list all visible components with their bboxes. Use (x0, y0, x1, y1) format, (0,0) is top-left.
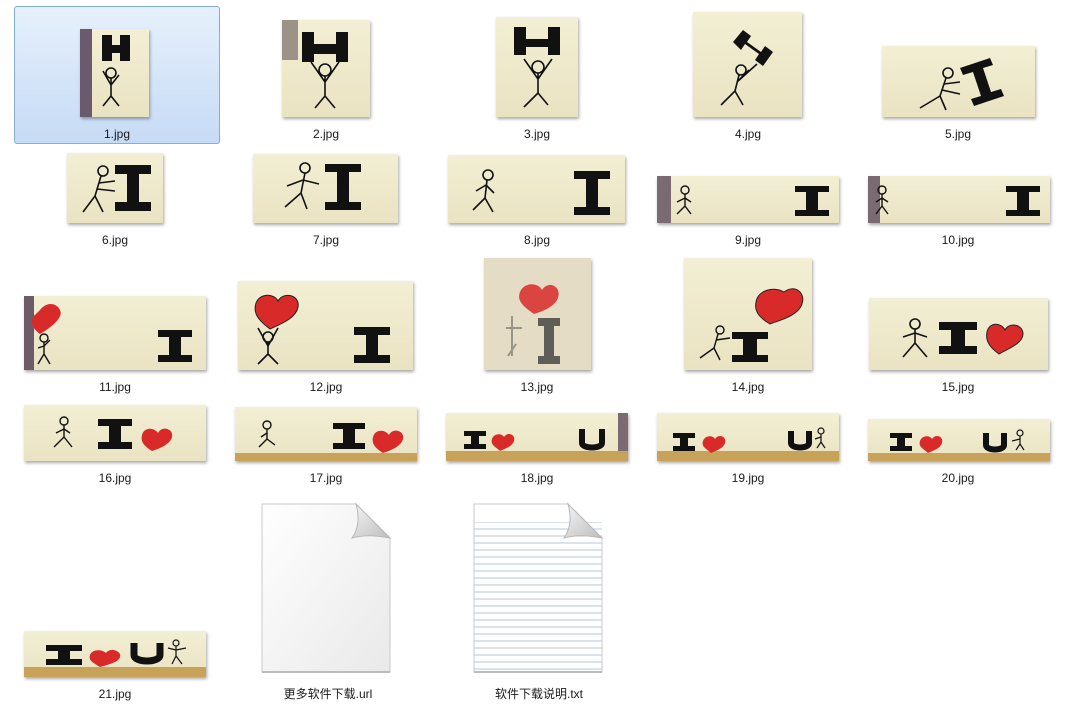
file-name[interactable]: 7.jpg (226, 233, 426, 247)
image-thumbnail-5[interactable] (882, 46, 1035, 117)
file-name[interactable]: 13.jpg (437, 380, 637, 394)
file-name[interactable]: 14.jpg (648, 380, 848, 394)
file-name[interactable]: 2.jpg (226, 127, 426, 141)
image-thumbnail-19[interactable] (657, 413, 839, 461)
file-name[interactable]: 19.jpg (648, 471, 848, 485)
file-name[interactable]: 20.jpg (858, 471, 1058, 485)
file-name[interactable]: 4.jpg (648, 127, 848, 141)
file-name[interactable]: 17.jpg (226, 471, 426, 485)
image-thumbnail-6[interactable] (67, 153, 163, 223)
image-thumbnail-3[interactable] (496, 17, 578, 117)
image-thumbnail-17[interactable] (235, 407, 417, 461)
txt-file-icon[interactable] (470, 502, 606, 675)
file-name[interactable]: 15.jpg (858, 380, 1058, 394)
image-thumbnail-16[interactable] (24, 405, 206, 461)
file-name[interactable]: 5.jpg (858, 127, 1058, 141)
file-name[interactable]: 10.jpg (858, 233, 1058, 247)
file-explorer-view: { "files": [ {"name": "1.jpg"}, {"name":… (0, 0, 1069, 727)
file-name[interactable]: 6.jpg (15, 233, 215, 247)
file-name[interactable]: 8.jpg (437, 233, 637, 247)
image-thumbnail-13[interactable] (484, 258, 591, 370)
file-name[interactable]: 9.jpg (648, 233, 848, 247)
image-thumbnail-20[interactable] (868, 419, 1050, 461)
url-file-icon[interactable] (258, 502, 394, 675)
file-name[interactable]: 16.jpg (15, 471, 215, 485)
file-name[interactable]: 11.jpg (15, 380, 215, 394)
image-thumbnail-11[interactable] (24, 296, 206, 370)
image-thumbnail-8[interactable] (448, 155, 625, 223)
image-thumbnail-7[interactable] (253, 154, 398, 223)
image-thumbnail-2[interactable] (282, 20, 370, 117)
image-thumbnail-21[interactable] (24, 631, 206, 677)
file-name[interactable]: 18.jpg (437, 471, 637, 485)
image-thumbnail-18[interactable] (446, 413, 628, 461)
file-name[interactable]: 1.jpg (14, 127, 220, 141)
image-thumbnail-12[interactable] (238, 281, 413, 370)
image-thumbnail-4[interactable] (693, 12, 802, 117)
file-name[interactable]: 21.jpg (15, 687, 215, 701)
image-thumbnail-9[interactable] (657, 176, 839, 223)
image-thumbnail-15[interactable] (869, 298, 1048, 370)
file-name[interactable]: 更多软件下载.url (226, 687, 430, 701)
file-name[interactable]: 12.jpg (226, 380, 426, 394)
file-name[interactable]: 软件下载说明.txt (437, 687, 641, 701)
image-thumbnail-10[interactable] (868, 176, 1050, 223)
image-thumbnail-14[interactable] (684, 258, 812, 370)
image-thumbnail-1[interactable] (80, 29, 149, 117)
file-name[interactable]: 3.jpg (437, 127, 637, 141)
